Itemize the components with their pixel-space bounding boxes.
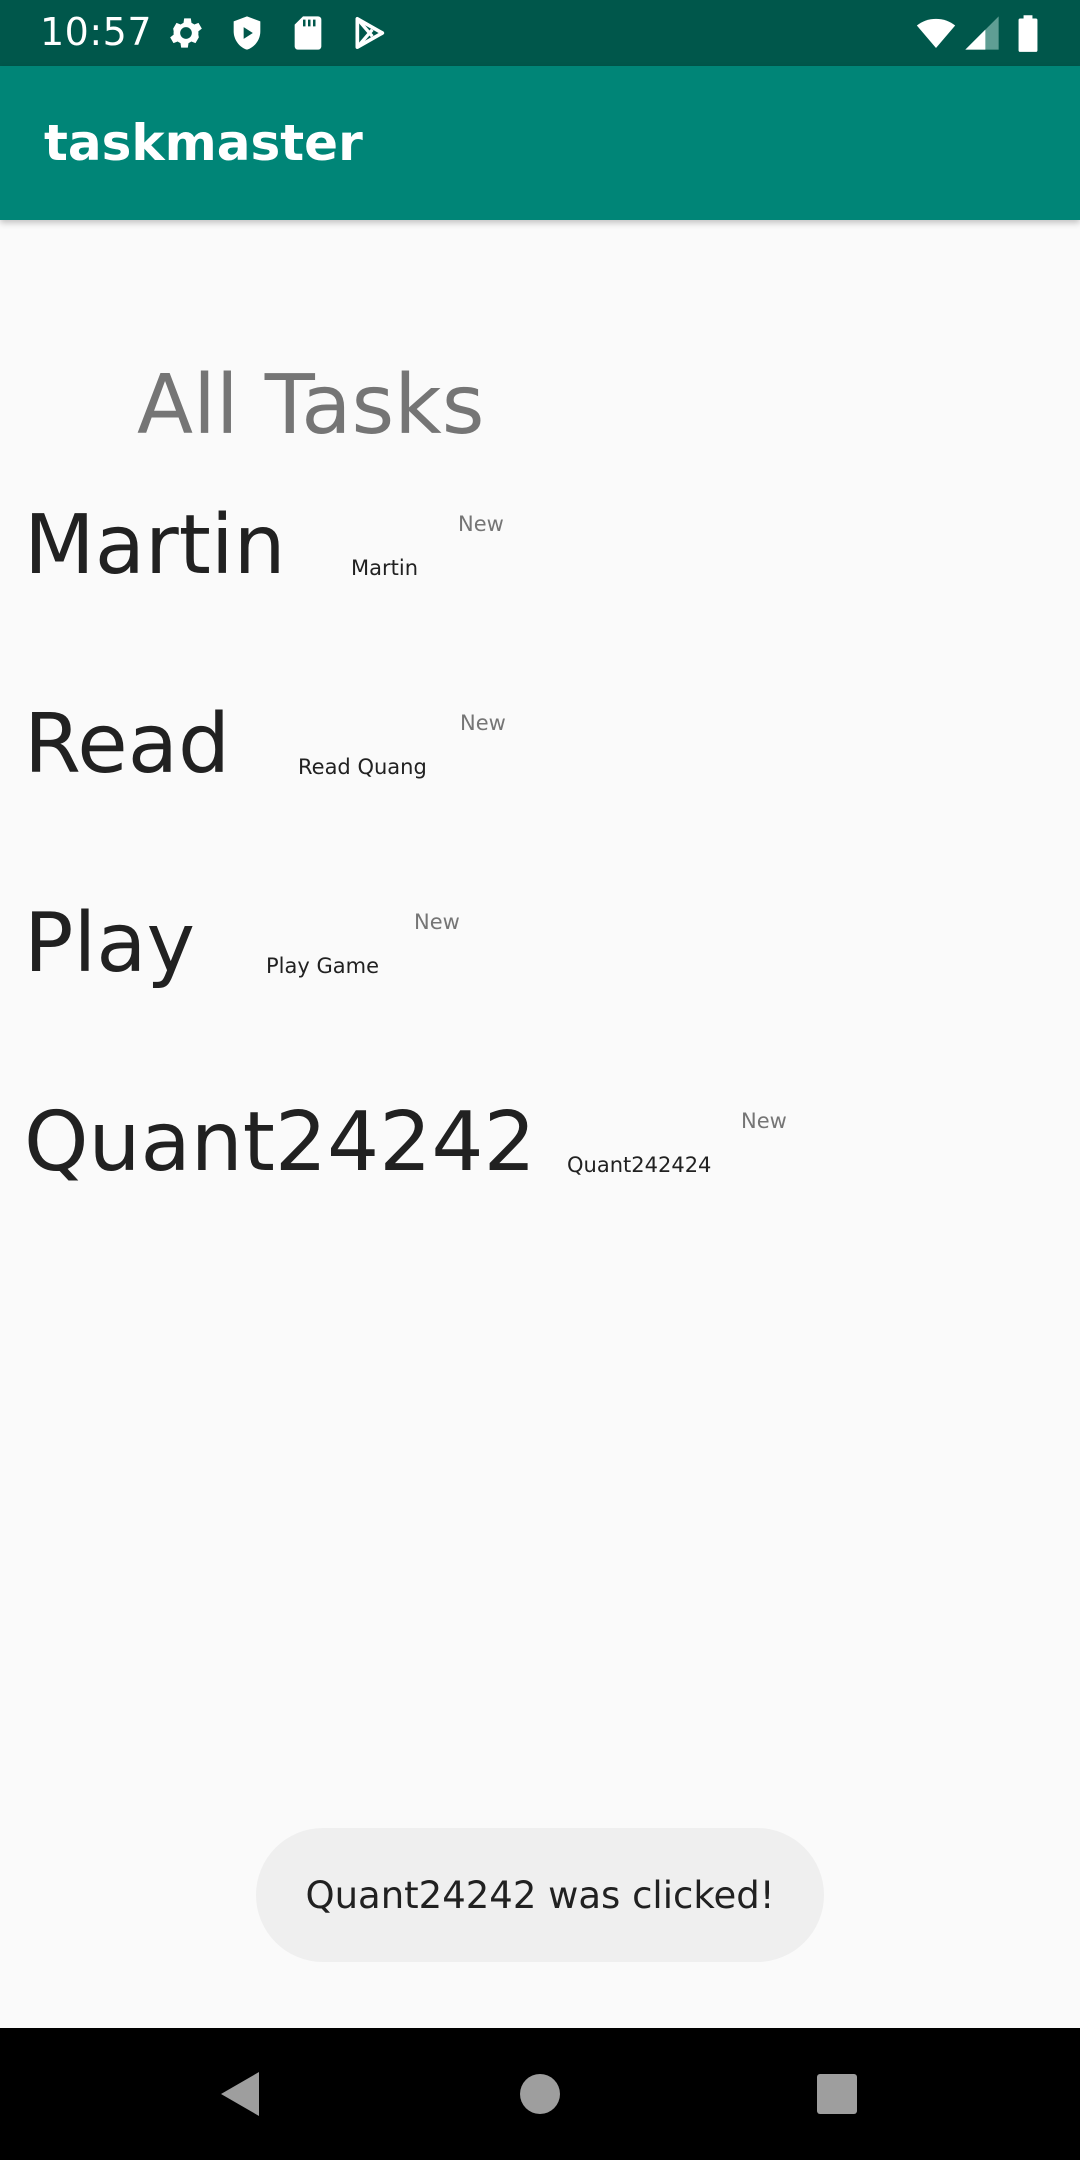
screen: 10:57 taskmaster All Tasks Martin Martin… — [0, 0, 1080, 2160]
status-time: 10:57 — [40, 10, 153, 54]
back-icon[interactable] — [204, 2058, 276, 2130]
home-icon[interactable] — [504, 2058, 576, 2130]
wifi-icon — [913, 13, 959, 53]
task-state: New — [458, 512, 504, 536]
task-item[interactable]: Read Read Quang New — [0, 697, 1080, 847]
play-store-icon — [349, 13, 389, 53]
cell-signal-icon — [962, 13, 1002, 53]
task-title: Quant24242 — [24, 1095, 536, 1190]
task-item[interactable]: Play Play Game New — [0, 896, 1080, 1046]
task-body: Read Quang — [298, 755, 427, 779]
task-state: New — [741, 1109, 787, 1133]
shield-icon — [227, 13, 267, 53]
toast: Quant24242 was clicked! — [256, 1828, 824, 1962]
task-item[interactable]: Martin Martin New — [0, 498, 1080, 648]
task-state: New — [414, 910, 460, 934]
task-body: Martin — [351, 556, 418, 580]
recents-icon[interactable] — [801, 2058, 873, 2130]
navigation-bar — [0, 2028, 1080, 2160]
toast-message: Quant24242 was clicked! — [305, 1873, 775, 1917]
task-item[interactable]: Quant24242 Quant242424 New — [0, 1095, 1080, 1245]
sd-card-icon — [288, 13, 328, 53]
task-title: Read — [24, 697, 231, 792]
task-body: Quant242424 — [567, 1153, 712, 1177]
task-state: New — [460, 711, 506, 735]
task-title: Play — [24, 896, 196, 991]
app-title: taskmaster — [44, 114, 363, 172]
status-bar: 10:57 — [0, 0, 1080, 66]
task-title: Martin — [24, 498, 286, 593]
app-bar: taskmaster — [0, 66, 1080, 220]
settings-icon — [166, 13, 206, 53]
task-body: Play Game — [266, 954, 379, 978]
page-title: All Tasks — [137, 358, 485, 453]
battery-icon — [1010, 13, 1046, 53]
